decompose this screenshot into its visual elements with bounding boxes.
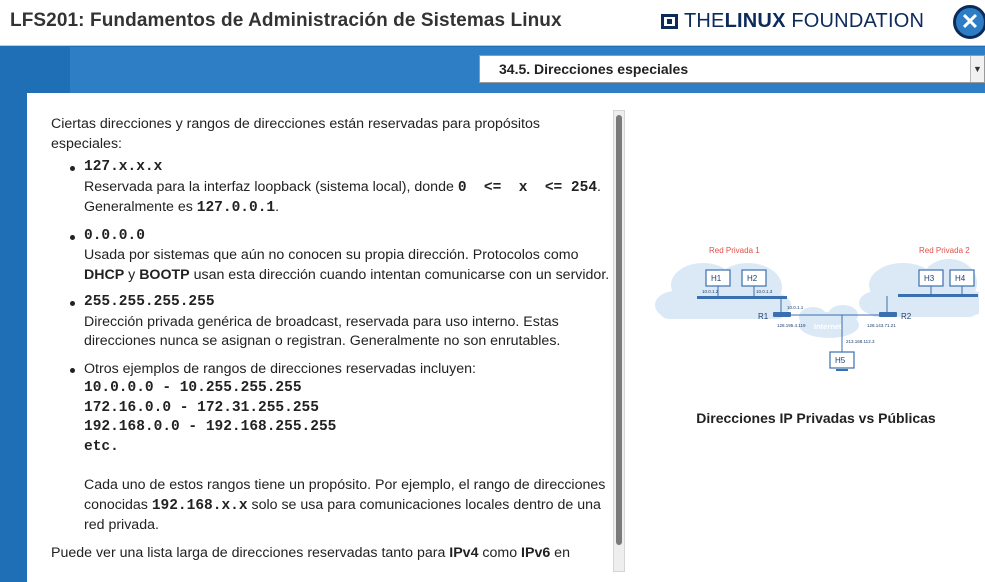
svg-text:R1: R1 (758, 312, 769, 321)
svg-text:R2: R2 (901, 312, 912, 321)
addr-r2: 128.143.71.21 (867, 323, 896, 328)
linux-foundation-logo: THELINUX FOUNDATION (661, 7, 924, 35)
item-description: Usada por sistemas que aún no conocen su… (84, 247, 610, 283)
range-line: etc. (84, 438, 119, 455)
section-select[interactable]: 34.5. Direcciones especiales ▼ (479, 55, 985, 83)
course-title: LFS201: Fundamentos de Administración de… (10, 10, 562, 31)
section-select-label: 34.5. Direcciones especiales (499, 61, 689, 77)
item-description: Reservada para la interfaz loopback (sis… (84, 178, 601, 217)
addr-h5: 213.168.112.3 (846, 339, 875, 344)
addr-h2: 10.0.1.3 (756, 289, 773, 294)
list-item: 255.255.255.255 Dirección privada genéri… (51, 293, 611, 352)
outro-text: Puede ver una lista larga de direcciones… (51, 544, 570, 561)
router-r2: R2 (879, 312, 912, 321)
svg-text:H3: H3 (924, 274, 935, 283)
item-intro: Otros ejemplos de rangos de direcciones … (84, 360, 476, 377)
internet-label: Internet (814, 322, 842, 331)
intro-text: Ciertas direcciones y rangos de direccio… (51, 116, 540, 152)
top-bar: LFS201: Fundamentos de Administración de… (0, 0, 985, 46)
cloud-net2 (859, 259, 979, 317)
host-h5: H5 (829, 351, 855, 371)
scroll-thumb[interactable] (616, 115, 622, 545)
network-diagram: Red Privada 1 Red Privada 2 Internet H1 … (655, 246, 979, 371)
svg-text:H2: H2 (747, 274, 758, 283)
address-code: 255.255.255.255 (84, 294, 215, 310)
net2-label: Red Privada 2 (919, 246, 970, 255)
addr-r1-in: 10.0.1.1 (787, 305, 804, 310)
lan-bar-1 (697, 296, 787, 299)
reserved-list: 127.x.x.x Reservada para la interfaz loo… (51, 158, 611, 536)
list-item: 127.x.x.x Reservada para la interfaz loo… (51, 158, 611, 219)
logo-mark-icon (661, 13, 678, 29)
chevron-down-icon[interactable]: ▼ (970, 56, 984, 82)
lesson-text: Ciertas direcciones y rangos de direccio… (51, 115, 611, 563)
figure-caption: Direcciones IP Privadas vs Públicas (696, 410, 936, 426)
content-scrollbar[interactable] (613, 110, 625, 572)
addr-h1: 10.0.1.2 (702, 289, 719, 294)
svg-text:H1: H1 (711, 274, 722, 283)
close-icon[interactable]: ✕ (953, 5, 985, 39)
address-code: 127.x.x.x (84, 159, 163, 175)
content-panel: Ciertas direcciones y rangos de direccio… (27, 93, 985, 582)
range-line: 172.16.0.0 - 172.31.255.255 (84, 399, 319, 416)
range-line: 10.0.0.0 - 10.255.255.255 (84, 380, 302, 396)
router-r1: R1 (758, 312, 791, 321)
svg-text:H4: H4 (955, 274, 966, 283)
logo-text: THELINUX FOUNDATION (684, 9, 925, 32)
address-code: 0.0.0.0 (84, 227, 145, 244)
addr-r1-out: 128.195.4.119 (777, 323, 806, 328)
range-note: Cada uno de estos rangos tiene un propós… (84, 477, 606, 533)
list-item: Otros ejemplos de rangos de direcciones … (51, 360, 611, 536)
net1-label: Red Privada 1 (709, 246, 760, 255)
list-item: 0.0.0.0 Usada por sistemas que aún no co… (51, 227, 611, 286)
svg-text:H5: H5 (835, 356, 846, 365)
lan-bar-2 (898, 294, 978, 297)
item-description: Dirección privada genérica de broadcast,… (84, 313, 561, 350)
range-line: 192.168.0.0 - 192.168.255.255 (84, 419, 337, 435)
